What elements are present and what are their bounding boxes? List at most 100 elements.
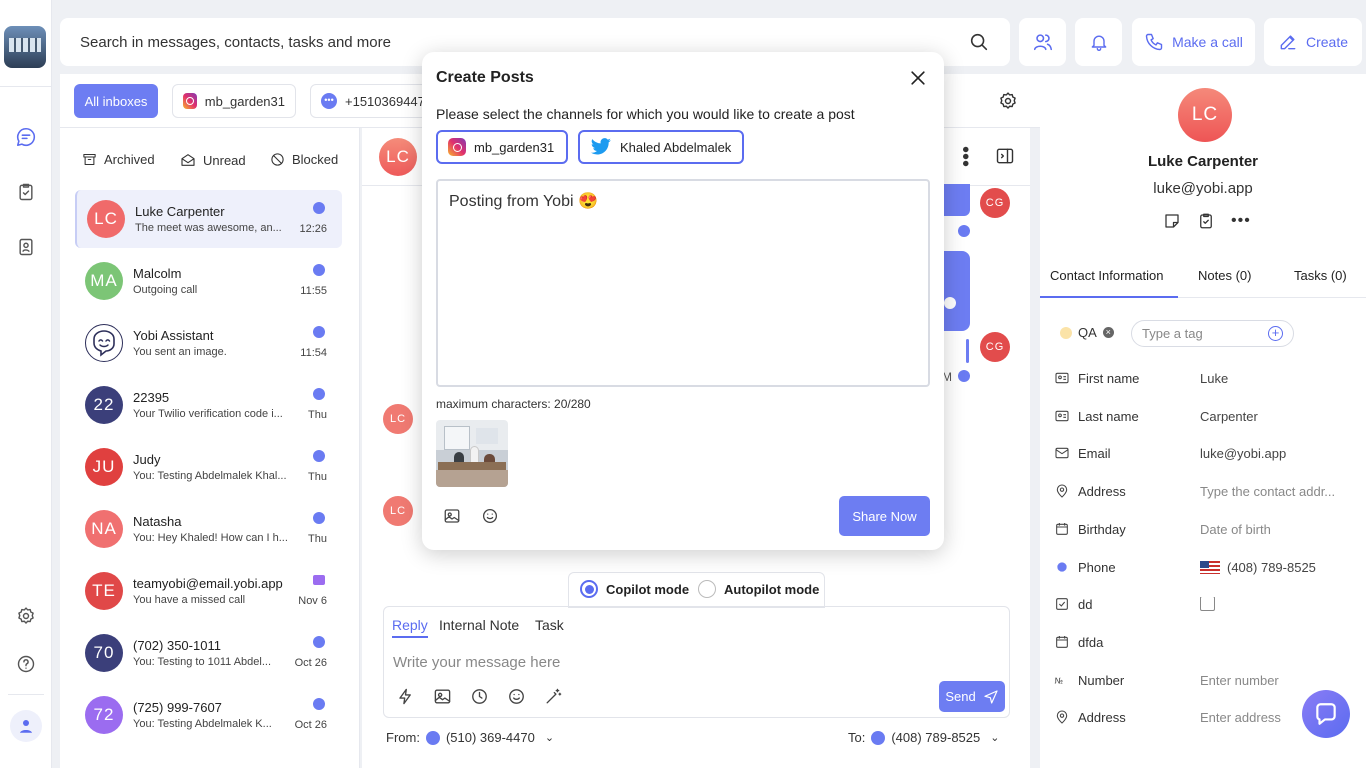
create-button[interactable]: Create (1264, 18, 1362, 66)
profile-nav-button[interactable] (10, 710, 42, 742)
list-item[interactable]: 72 (725) 999-7607 You: Testing Abdelmalek … (75, 686, 342, 744)
clock-icon[interactable] (470, 687, 489, 706)
tab-reply[interactable]: Reply (392, 617, 428, 638)
contact-field-row: First name Luke (1054, 368, 1354, 388)
contact-initials: LC (1191, 104, 1219, 125)
contact-avatar: TE (85, 572, 123, 610)
tab-notes[interactable]: Notes (0) (1198, 268, 1251, 283)
channel-twitter[interactable]: Khaled Abdelmalek (578, 130, 744, 164)
contacts-nav-button[interactable] (10, 231, 42, 263)
channel-icon (313, 698, 325, 710)
close-icon (911, 71, 925, 85)
messages-nav-button[interactable] (10, 121, 42, 153)
message-input[interactable]: Write your message here (393, 654, 913, 671)
from-number-selector[interactable]: From: (510) 369-4470 ⌄ (386, 730, 554, 745)
phone-value[interactable]: (408) 789-8525 (1200, 560, 1345, 575)
sticky-note-icon[interactable] (1163, 212, 1181, 230)
list-item[interactable]: NA Natasha You: Hey Khaled! How can I h...… (75, 500, 342, 558)
app-logo[interactable] (4, 26, 46, 68)
make-call-button[interactable]: Make a call (1132, 18, 1255, 66)
instagram-inbox-tab[interactable]: mb_garden31 (172, 84, 296, 118)
tab-task[interactable]: Task (535, 617, 564, 633)
team-button[interactable] (1019, 18, 1066, 66)
support-chat-widget[interactable] (1302, 690, 1350, 738)
field-label: Address (1078, 484, 1126, 500)
list-item[interactable]: Yobi Assistant You sent an image. 11:54 (75, 314, 342, 372)
phone-inbox-tab[interactable]: ••• +15103694470 (310, 84, 430, 118)
gear-icon (1000, 92, 1016, 109)
notes-tab-label: Notes (0) (1198, 268, 1252, 283)
assistant-avatar-icon (85, 324, 123, 362)
field-value[interactable]: Luke (1200, 371, 1345, 386)
toggle-sidebar-button[interactable] (995, 146, 1015, 166)
to-number-selector[interactable]: To: (408) 789-8525 ⌄ (848, 730, 999, 745)
tab-internal-note[interactable]: Internal Note (439, 617, 519, 633)
contact-name: (725) 999-7607 (133, 700, 222, 715)
help-nav-button[interactable] (10, 648, 42, 680)
message-preview: Your Twilio verification code i... (133, 408, 283, 420)
channel-instagram[interactable]: mb_garden31 (436, 130, 568, 164)
close-icon[interactable]: × (1102, 327, 1114, 338)
post-textarea[interactable]: Posting from Yobi 😍 (436, 179, 930, 387)
channel-icon (313, 202, 325, 214)
add-circle-icon[interactable]: + (1268, 326, 1283, 341)
emoji-icon[interactable] (507, 687, 526, 706)
share-now-button[interactable]: Share Now (839, 496, 930, 536)
tab-tasks[interactable]: Tasks (0) (1294, 268, 1347, 283)
tab-contact-information[interactable]: Contact Information (1050, 268, 1163, 283)
list-item[interactable]: LC Luke Carpenter The meet was awesome, an… (75, 190, 342, 248)
modal-toolbar (443, 507, 499, 525)
tag-chip[interactable]: QA × (1060, 325, 1114, 340)
field-value[interactable]: Date of birth (1200, 522, 1345, 537)
notifications-button[interactable] (1075, 18, 1122, 66)
field-value[interactable]: Type the contact addr... (1200, 484, 1345, 499)
close-modal-button[interactable] (908, 68, 928, 88)
list-item[interactable]: MA Malcolm Outgoing call 11:55 (75, 252, 342, 310)
send-button[interactable]: Send (939, 681, 1005, 712)
image-icon[interactable] (443, 507, 461, 525)
contact-message-initials: LC (389, 413, 407, 425)
archived-filter[interactable]: Archived (82, 152, 155, 167)
blocked-filter[interactable]: Blocked (270, 152, 338, 167)
field-value[interactable]: Carpenter (1200, 409, 1345, 424)
lightning-icon[interactable] (396, 687, 415, 706)
field-value[interactable]: Enter number (1200, 673, 1345, 688)
list-item[interactable]: TE teamyobi@email.yobi.app You have a miss… (75, 562, 342, 620)
contact-details-panel: LC Luke Carpenter luke@yobi.app ••• Cont… (1040, 74, 1366, 768)
attached-image-thumbnail[interactable] (436, 420, 508, 487)
inbox-settings-button[interactable] (998, 91, 1018, 111)
more-options-icon[interactable]: ••• (954, 146, 976, 167)
more-horizontal-icon[interactable]: ••• (1231, 212, 1251, 230)
contact-avatar: MA (85, 262, 123, 300)
all-inboxes-tab[interactable]: All inboxes (74, 84, 158, 118)
image-icon[interactable] (433, 687, 452, 706)
magic-wand-icon[interactable] (544, 687, 563, 706)
unread-filter[interactable]: Unread (180, 152, 246, 168)
list-item[interactable]: JU Judy You: Testing Abdelmalek Khal... Thu (75, 438, 342, 496)
chat-bubble-icon (16, 127, 36, 147)
search-icon[interactable] (968, 31, 990, 53)
contact-field-row: Last name Carpenter (1054, 406, 1354, 426)
calendar-icon (1056, 522, 1068, 535)
tasks-nav-button[interactable] (10, 176, 42, 208)
contact-field-row: dfda (1054, 632, 1354, 652)
envelope-icon (1055, 448, 1069, 459)
contact-name: teamyobi@email.yobi.app (133, 576, 283, 591)
checkbox-icon (1056, 598, 1068, 611)
message-preview: You sent an image. (133, 346, 227, 358)
search-input[interactable]: Search in messages, contacts, tasks and … (80, 34, 968, 51)
clipboard-check-icon[interactable] (1197, 212, 1215, 230)
field-value[interactable]: luke@yobi.app (1200, 446, 1345, 461)
autopilot-mode-radio[interactable]: Autopilot mode (698, 580, 819, 598)
list-item[interactable]: 70 (702) 350-1011 You: Testing to 1011 Abd… (75, 624, 342, 682)
tag-input[interactable]: Type a tag + (1131, 320, 1294, 347)
contact-name: (702) 350-1011 (133, 638, 221, 653)
list-item[interactable]: 22 22395 Your Twilio verification code i..… (75, 376, 342, 434)
settings-nav-button[interactable] (10, 600, 42, 632)
emoji-icon[interactable] (481, 507, 499, 525)
radio-empty-icon (698, 580, 716, 598)
chat-header-avatar[interactable]: LC (379, 138, 417, 176)
dd-checkbox[interactable] (1200, 597, 1345, 614)
channel-icon (313, 636, 325, 648)
copilot-mode-radio[interactable]: Copilot mode (580, 580, 689, 598)
